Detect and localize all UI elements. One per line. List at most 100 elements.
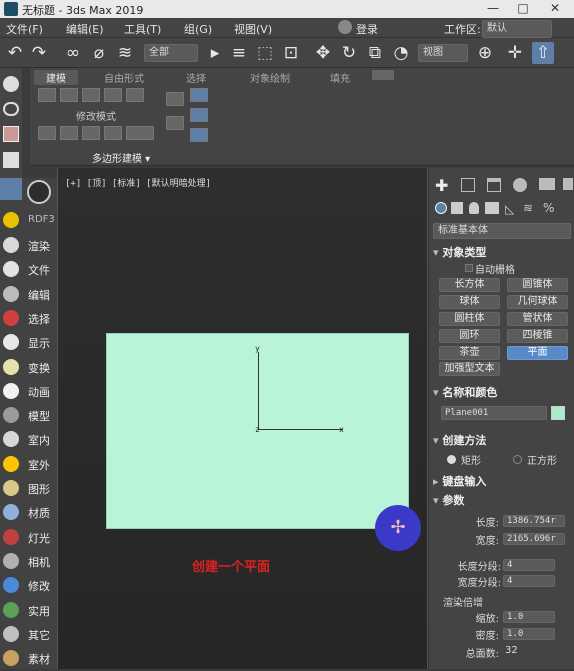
autogrid-checkbox[interactable]	[465, 264, 473, 272]
hierarchy-tab-icon[interactable]	[487, 178, 501, 192]
menu-edit[interactable]: 编辑(E)	[66, 21, 104, 37]
close-button[interactable]: ✕	[540, 0, 570, 18]
left-panel-item[interactable]: 素材	[0, 647, 57, 671]
object-name-input[interactable]: Plane001	[441, 406, 547, 420]
density-spinner[interactable]: 1.0	[503, 628, 555, 640]
ribbon-tool-icon[interactable]	[126, 88, 144, 102]
grid-icon[interactable]	[0, 178, 22, 200]
left-panel-item[interactable]: 室内	[0, 428, 57, 452]
tab-freeform[interactable]: 自由形式	[104, 70, 144, 85]
ribbon-tool-icon[interactable]	[60, 126, 78, 140]
ribbon-tool-icon[interactable]	[38, 88, 56, 102]
calendar-icon[interactable]	[3, 152, 19, 168]
object-color-swatch[interactable]	[551, 406, 565, 420]
image-icon[interactable]	[3, 126, 19, 142]
pivot-center-icon[interactable]: ⊕	[474, 42, 496, 64]
viewport-icon[interactable]	[3, 76, 19, 92]
left-panel-item[interactable]: 其它	[0, 623, 57, 647]
category-dropdown[interactable]: 标准基本体	[433, 223, 571, 239]
bind-space-warp-icon[interactable]: ≋	[114, 42, 136, 64]
cloud-icon[interactable]	[3, 102, 19, 116]
menu-tools[interactable]: 工具(T)	[124, 21, 161, 37]
motion-tab-icon[interactable]	[513, 178, 527, 192]
object-type-header[interactable]: ▾ 对象类型	[433, 244, 573, 260]
systems-icon[interactable]: %	[543, 201, 554, 215]
left-panel-item[interactable]: 材质	[0, 501, 57, 525]
object-type-button[interactable]: 四棱锥	[507, 329, 568, 343]
tab-object-paint[interactable]: 对象绘制	[250, 70, 290, 85]
object-type-button[interactable]: 圆环	[439, 329, 500, 343]
ribbon-tool-icon[interactable]	[166, 116, 184, 130]
ribbon-tool-icon[interactable]	[166, 92, 184, 106]
selection-filter-dropdown[interactable]: 全部	[144, 44, 198, 62]
login-button[interactable]: 登录	[356, 21, 378, 37]
object-type-button[interactable]: 平面	[507, 346, 568, 360]
select-by-name-icon[interactable]: ≡	[228, 42, 250, 64]
move-icon[interactable]: ✥	[312, 42, 334, 64]
width-spinner[interactable]: 2165.696r	[503, 533, 565, 545]
name-color-header[interactable]: ▾ 名称和颜色	[433, 384, 573, 400]
object-type-button[interactable]: 几何球体	[507, 295, 568, 309]
parameters-header[interactable]: ▾ 参数	[433, 492, 573, 508]
left-panel-item[interactable]: 灯光	[0, 526, 57, 550]
ribbon-tool-icon[interactable]	[104, 126, 122, 140]
object-type-button[interactable]: 长方体	[439, 278, 500, 292]
left-panel-item[interactable]: 显示	[0, 331, 57, 355]
left-panel-item[interactable]: 选择	[0, 307, 57, 331]
workspace-select[interactable]: 默认	[482, 20, 552, 38]
menu-view[interactable]: 视图(V)	[234, 21, 272, 37]
scale-icon[interactable]: ⧉	[364, 42, 386, 64]
left-panel-item[interactable]: 变换	[0, 356, 57, 380]
ribbon-tool-icon[interactable]	[190, 108, 208, 122]
space-warps-icon[interactable]: ≋	[523, 201, 533, 215]
ribbon-tool-icon[interactable]	[190, 88, 208, 102]
object-type-button[interactable]: 球体	[439, 295, 500, 309]
modify-tab-icon[interactable]	[461, 178, 475, 192]
length-segs-spinner[interactable]: 4	[503, 559, 555, 571]
window-crossing-icon[interactable]: ⊡	[280, 42, 302, 64]
left-panel-item[interactable]: 动画	[0, 380, 57, 404]
viewport-label[interactable]: [+] [顶] [标准] [默认明暗处理]	[65, 176, 211, 189]
utilities-tab-icon[interactable]	[563, 178, 573, 190]
object-type-button[interactable]: 茶壶	[439, 346, 500, 360]
object-type-button[interactable]: 圆锥体	[507, 278, 568, 292]
cube-logo-icon[interactable]	[27, 180, 51, 204]
helpers-icon[interactable]: ◺	[505, 202, 514, 216]
left-panel-item[interactable]: 实用	[0, 599, 57, 623]
menu-group[interactable]: 组(G)	[184, 21, 212, 37]
left-panel-item[interactable]: 室外	[0, 453, 57, 477]
tab-selection[interactable]: 选择	[186, 70, 206, 85]
left-panel-item[interactable]: 文件	[0, 258, 57, 282]
object-type-button[interactable]: 圆柱体	[439, 312, 500, 326]
geometry-icon[interactable]	[435, 202, 447, 214]
unlink-icon[interactable]: ⌀	[88, 42, 110, 64]
place-icon[interactable]: ◔	[390, 42, 412, 64]
enhanced-text-button[interactable]: 加强型文本	[439, 362, 500, 376]
redo-icon[interactable]: ↷	[28, 42, 50, 64]
object-type-button[interactable]: 管状体	[507, 312, 568, 326]
rect-region-icon[interactable]: ⬚	[254, 42, 276, 64]
creation-method-header[interactable]: ▾ 创建方法	[433, 432, 573, 448]
left-panel-item[interactable]: 修改	[0, 574, 57, 598]
tab-modeling[interactable]: 建模	[34, 70, 78, 85]
ribbon-tool-icon[interactable]	[38, 126, 56, 140]
ribbon-tool-icon[interactable]	[82, 88, 100, 102]
select-manipulate-icon[interactable]: ✛	[504, 42, 526, 64]
cameras-icon[interactable]	[485, 202, 499, 214]
ribbon-tool-icon[interactable]	[60, 88, 78, 102]
create-tab-icon[interactable]: ✚	[435, 176, 448, 195]
rotate-icon[interactable]: ↻	[338, 42, 360, 64]
ribbon-tool-icon[interactable]	[104, 88, 122, 102]
ribbon-footer[interactable]: 多边形建模 ▾	[92, 150, 150, 165]
left-panel-item[interactable]: 模型	[0, 404, 57, 428]
menu-file[interactable]: 文件(F)	[6, 21, 43, 37]
lightbulb-icon[interactable]	[3, 212, 19, 228]
ribbon-options-icon[interactable]	[372, 70, 394, 80]
keyboard-shortcut-toggle-icon[interactable]: ⇧	[532, 42, 554, 64]
left-panel-item[interactable]: 渲染	[0, 234, 57, 258]
left-panel-item[interactable]: 编辑	[0, 283, 57, 307]
left-panel-item[interactable]: 相机	[0, 550, 57, 574]
undo-icon[interactable]: ↶	[4, 42, 26, 64]
reference-coord-dropdown[interactable]: 视图	[418, 44, 468, 62]
ribbon-tool-icon[interactable]	[82, 126, 100, 140]
